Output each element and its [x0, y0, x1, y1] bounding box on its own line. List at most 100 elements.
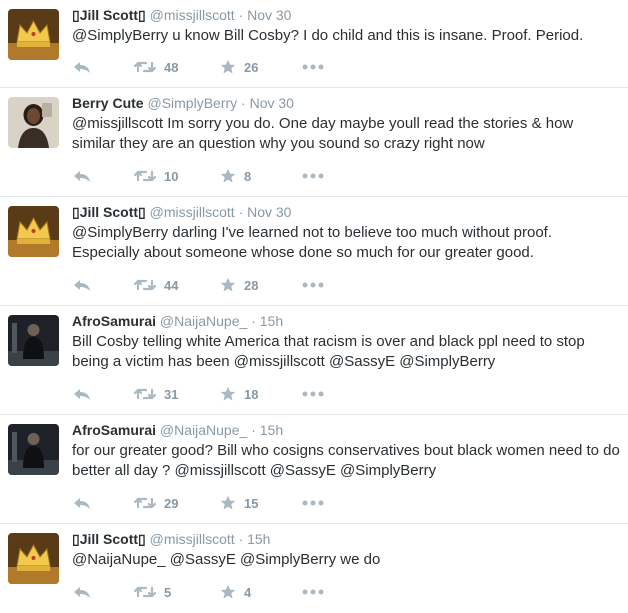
tweet-timestamp[interactable]: Nov 30: [247, 204, 291, 220]
favorite-button[interactable]: 15: [220, 495, 302, 511]
retweet-button[interactable]: 48: [134, 59, 220, 75]
retweet-icon: [134, 170, 156, 182]
like-count: 18: [244, 386, 259, 402]
retweet-count: 31: [164, 386, 179, 402]
avatar[interactable]: [8, 97, 59, 148]
separator: ·: [238, 531, 244, 547]
author-name[interactable]: ▯Jill Scott▯: [72, 7, 146, 23]
retweet-button[interactable]: 29: [134, 495, 220, 511]
tweet[interactable]: ▯Jill Scott▯ @missjillscott · 15h @Naija…: [0, 524, 628, 613]
retweet-icon: [134, 279, 156, 291]
like-count: 8: [244, 168, 252, 184]
tweet-text: @SimplyBerry darling I've learned not to…: [72, 224, 552, 261]
reply-button[interactable]: [72, 168, 134, 184]
tweet-timestamp[interactable]: 15h: [247, 531, 270, 547]
more-button[interactable]: [302, 282, 324, 288]
author-name[interactable]: AfroSamurai: [72, 422, 156, 438]
star-icon: [220, 386, 236, 401]
dark-figure-avatar-icon: [8, 424, 59, 475]
more-button[interactable]: [302, 64, 324, 70]
avatar[interactable]: [8, 206, 59, 257]
retweet-button[interactable]: 44: [134, 277, 220, 293]
star-icon: [220, 168, 236, 183]
retweet-button[interactable]: 31: [134, 386, 220, 402]
separator: ·: [241, 95, 246, 111]
more-button[interactable]: [302, 589, 324, 595]
retweet-button[interactable]: 5: [134, 584, 220, 600]
retweet-count: 5: [164, 584, 172, 600]
tweet[interactable]: ▯Jill Scott▯ @missjillscott · Nov 30 @Si…: [0, 197, 628, 306]
author-name[interactable]: Berry Cute: [72, 95, 144, 111]
more-button[interactable]: [302, 391, 324, 397]
tweet-actions: 31 18: [72, 384, 324, 404]
reply-icon: [74, 171, 90, 182]
retweet-icon: [134, 61, 156, 73]
favorite-button[interactable]: 28: [220, 277, 302, 293]
tweet-text: Bill Cosby telling white America that ra…: [72, 333, 585, 370]
avatar[interactable]: [8, 533, 59, 584]
star-icon: [220, 59, 236, 74]
favorite-button[interactable]: 4: [220, 584, 302, 600]
crown-avatar-icon: [8, 533, 59, 584]
author-handle[interactable]: @missjillscott: [150, 204, 235, 220]
more-button[interactable]: [302, 173, 324, 179]
tweet[interactable]: Berry Cute @SimplyBerry · Nov 30 @missji…: [0, 88, 628, 197]
retweet-count: 10: [164, 168, 179, 184]
crown-avatar-icon: [8, 9, 59, 60]
author-handle[interactable]: @NaijaNupe_: [160, 422, 247, 438]
more-dots-icon: [302, 173, 324, 179]
author-handle[interactable]: @NaijaNupe_: [160, 313, 247, 329]
author-handle[interactable]: @missjillscott: [150, 7, 235, 23]
retweet-button[interactable]: 10: [134, 168, 220, 184]
favorite-button[interactable]: 8: [220, 168, 302, 184]
more-dots-icon: [302, 391, 324, 397]
dark-figure-avatar-icon: [8, 315, 59, 366]
tweet-timestamp[interactable]: Nov 30: [247, 7, 291, 23]
retweet-count: 48: [164, 59, 179, 75]
more-dots-icon: [302, 64, 324, 70]
tweet[interactable]: AfroSamurai @NaijaNupe_ · 15h Bill Cosby…: [0, 306, 628, 415]
avatar[interactable]: [8, 315, 59, 366]
reply-button[interactable]: [72, 584, 134, 600]
timeline: ▯Jill Scott▯ @missjillscott · Nov 30 @Si…: [0, 0, 628, 613]
avatar[interactable]: [8, 424, 59, 475]
tweet-actions: 10 8: [72, 166, 324, 186]
author-handle[interactable]: @missjillscott: [150, 531, 235, 547]
retweet-count: 44: [164, 277, 179, 293]
star-icon: [220, 277, 236, 292]
reply-icon: [74, 587, 90, 598]
author-name[interactable]: ▯Jill Scott▯: [72, 531, 146, 547]
reply-icon: [74, 389, 90, 400]
reply-icon: [74, 62, 90, 73]
reply-button[interactable]: [72, 277, 134, 293]
more-dots-icon: [302, 282, 324, 288]
favorite-button[interactable]: 18: [220, 386, 302, 402]
tweet-timestamp[interactable]: Nov 30: [250, 95, 294, 111]
tweet[interactable]: ▯Jill Scott▯ @missjillscott · Nov 30 @Si…: [0, 0, 628, 88]
tweet-timestamp[interactable]: 15h: [260, 422, 283, 438]
like-count: 15: [244, 495, 259, 511]
tweet-text: @missjillscott Im sorry you do. One day …: [72, 115, 574, 152]
star-icon: [220, 495, 236, 510]
tweet-actions: 29 15: [72, 493, 324, 513]
reply-button[interactable]: [72, 59, 134, 75]
retweet-icon: [134, 497, 156, 509]
more-dots-icon: [302, 589, 324, 595]
author-handle[interactable]: @SimplyBerry: [147, 95, 237, 111]
reply-icon: [74, 498, 90, 509]
reply-icon: [74, 280, 90, 291]
author-name[interactable]: ▯Jill Scott▯: [72, 204, 146, 220]
separator: ·: [251, 313, 256, 329]
tweet-actions: 48 26: [72, 57, 324, 77]
author-name[interactable]: AfroSamurai: [72, 313, 156, 329]
favorite-button[interactable]: 26: [220, 59, 302, 75]
like-count: 26: [244, 59, 259, 75]
reply-button[interactable]: [72, 495, 134, 511]
tweet-timestamp[interactable]: 15h: [260, 313, 283, 329]
tweet-text: @SimplyBerry u know Bill Cosby? I do chi…: [72, 27, 584, 44]
separator: ·: [238, 7, 244, 23]
tweet[interactable]: AfroSamurai @NaijaNupe_ · 15h for our gr…: [0, 415, 628, 524]
avatar[interactable]: [8, 9, 59, 60]
more-button[interactable]: [302, 500, 324, 506]
reply-button[interactable]: [72, 386, 134, 402]
